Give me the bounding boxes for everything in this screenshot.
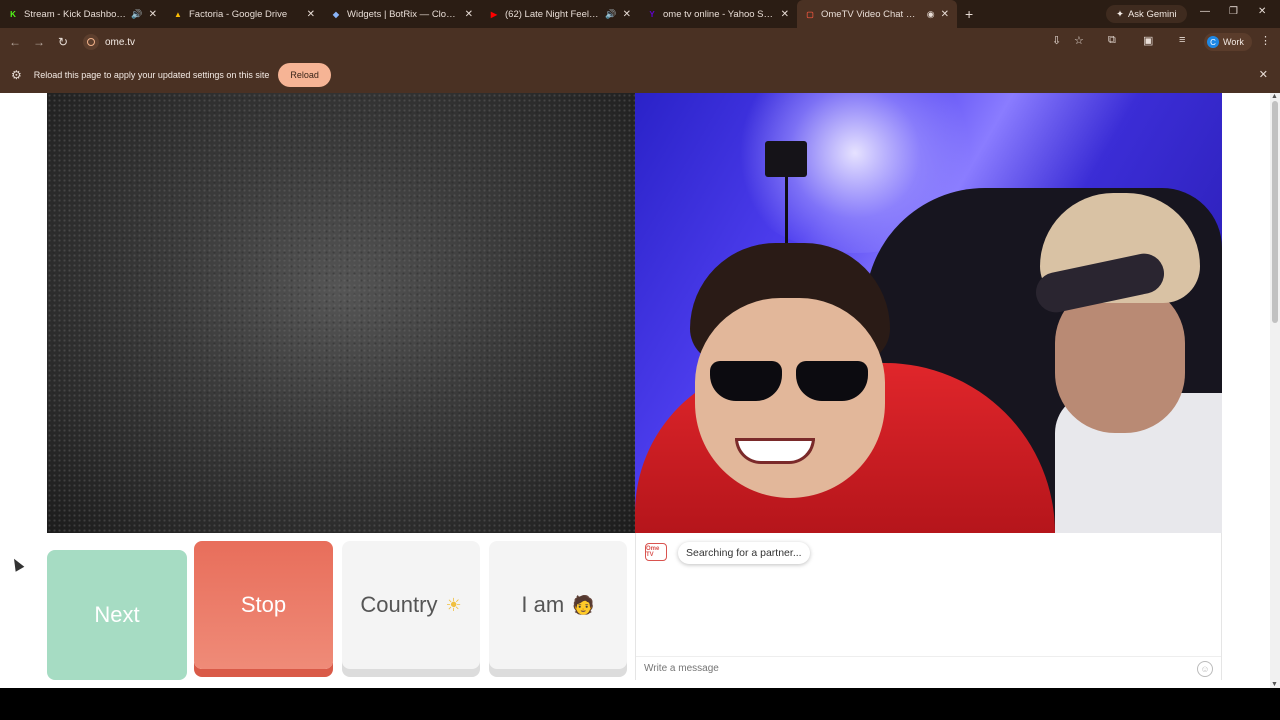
side-panel-icon[interactable]: ▣ xyxy=(1143,34,1153,47)
emoji-picker-icon[interactable]: ☺ xyxy=(1197,661,1213,677)
bookmark-star-icon[interactable]: ☆ xyxy=(1074,34,1084,47)
message-input[interactable] xyxy=(644,663,1184,674)
new-tab-button[interactable]: + xyxy=(957,6,981,22)
url-text[interactable]: ome.tv xyxy=(105,37,135,48)
infobar-message: Reload this page to apply your updated s… xyxy=(33,69,270,80)
restore-icon[interactable]: ❐ xyxy=(1229,6,1238,17)
back-icon[interactable]: ← xyxy=(3,35,27,49)
status-message: Searching for a partner... xyxy=(678,542,810,564)
close-infobar-icon[interactable]: ✕ xyxy=(1259,68,1268,81)
next-label: Next xyxy=(94,602,140,627)
tab-audio-icon[interactable]: 🔊 xyxy=(131,9,142,20)
close-tab-icon[interactable]: ✕ xyxy=(781,9,789,20)
close-window-icon[interactable]: ✕ xyxy=(1258,6,1266,17)
profile-label: Work xyxy=(1223,37,1244,47)
google-drive-icon: ▲ xyxy=(174,9,182,19)
site-info-icon[interactable] xyxy=(83,34,99,50)
youtube-icon: ▶ xyxy=(490,9,498,19)
browser-menu-icon[interactable]: ⋮ xyxy=(1260,34,1271,47)
profile-button[interactable]: C Work xyxy=(1204,33,1252,51)
yahoo-icon: Y xyxy=(649,9,655,19)
botrix-icon: ◆ xyxy=(332,9,340,19)
taskbar-area xyxy=(0,688,1280,720)
refresh-icon[interactable]: ↻ xyxy=(51,35,75,49)
media-controls-icon[interactable]: ≡ xyxy=(1179,34,1185,46)
browser-tab[interactable]: ▶ (62) Late Night Feels Playlis 🔊 ✕ xyxy=(481,0,639,28)
gemini-icon: ✦ xyxy=(1116,8,1124,20)
reload-infobar: ⚙ Reload this page to apply your updated… xyxy=(0,56,1280,93)
recording-indicator-icon: ◉ xyxy=(926,8,935,19)
close-tab-icon[interactable]: ✕ xyxy=(623,9,631,20)
page-content: Next Stop Country ☀ I am 🧑 Ome TV Search… xyxy=(0,93,1270,688)
browser-toolbar: ← → ↻ ome.tv xyxy=(0,28,1280,56)
close-tab-icon[interactable]: ✕ xyxy=(941,9,949,20)
tab-title: Stream - Kick Dashboard xyxy=(24,8,128,20)
install-app-icon[interactable]: ⇩ xyxy=(1052,34,1061,47)
next-button[interactable]: Next xyxy=(47,550,187,680)
ask-gemini-button[interactable]: ✦ Ask Gemini xyxy=(1106,5,1187,23)
iam-label: I am xyxy=(521,592,565,617)
stop-button[interactable]: Stop xyxy=(194,541,333,669)
self-camera-video xyxy=(635,93,1222,533)
tab-title: Factoria - Google Drive xyxy=(189,8,288,20)
ometv-logo-icon: Ome TV xyxy=(645,543,667,561)
tab-title: (62) Late Night Feels Playlis xyxy=(505,8,601,20)
ometv-icon: ▢ xyxy=(806,9,814,19)
profile-avatar: C xyxy=(1207,36,1219,48)
close-tab-icon[interactable]: ✕ xyxy=(149,9,157,20)
tab-title: Widgets | BotRix — Cloud Strea xyxy=(347,8,459,20)
browser-tab[interactable]: ▲ Factoria - Google Drive ✕ xyxy=(165,0,323,28)
forward-icon[interactable]: → xyxy=(27,35,51,49)
scroll-up-icon[interactable]: ▲ xyxy=(1271,93,1278,100)
browser-tab[interactable]: K Stream - Kick Dashboard 🔊 ✕ xyxy=(0,0,165,28)
tab-title: ome tv online - Yahoo Search R xyxy=(663,8,775,20)
minimize-icon[interactable]: — xyxy=(1200,6,1210,17)
chat-panel: Ome TV Searching for a partner... ☺ xyxy=(635,533,1222,680)
tab-title: OmeTV Video Chat — Ome xyxy=(821,8,923,20)
reload-button[interactable]: Reload xyxy=(278,62,331,87)
tab-audio-icon[interactable]: 🔊 xyxy=(605,9,616,20)
scroll-down-icon[interactable]: ▼ xyxy=(1271,681,1278,688)
chat-input-bar: ☺ xyxy=(636,656,1221,680)
browser-tab[interactable]: Yome tv online - Yahoo Search R ✕ xyxy=(639,0,797,28)
country-button[interactable]: Country ☀ xyxy=(342,541,480,669)
close-tab-icon[interactable]: ✕ xyxy=(307,9,315,20)
partner-video-static xyxy=(47,93,635,533)
person-icon: 🧑 xyxy=(572,594,595,615)
tab-strip: K Stream - Kick Dashboard 🔊 ✕ ▲ Factoria - Go… xyxy=(0,0,1280,28)
gender-button[interactable]: I am 🧑 xyxy=(489,541,627,669)
ask-gemini-label: Ask Gemini xyxy=(1127,8,1177,20)
settings-gear-icon: ⚙ xyxy=(11,67,22,82)
browser-tab[interactable]: ◆ Widgets | BotRix — Cloud Strea ✕ xyxy=(323,0,481,28)
scrollbar-thumb[interactable] xyxy=(1272,101,1278,323)
extensions-icon[interactable]: ⧉ xyxy=(1108,34,1116,47)
country-label: Country xyxy=(360,592,438,617)
browser-tab[interactable]: ▢ OmeTV Video Chat — Ome◉ ✕ xyxy=(797,0,957,28)
kick-icon: K xyxy=(10,9,16,19)
country-flag-icon: ☀ xyxy=(445,594,462,615)
page-scrollbar[interactable]: ▲ ▼ xyxy=(1270,93,1280,688)
address-bar[interactable]: ome.tv xyxy=(80,32,1080,52)
stop-label: Stop xyxy=(240,592,287,617)
close-tab-icon[interactable]: ✕ xyxy=(465,9,473,20)
